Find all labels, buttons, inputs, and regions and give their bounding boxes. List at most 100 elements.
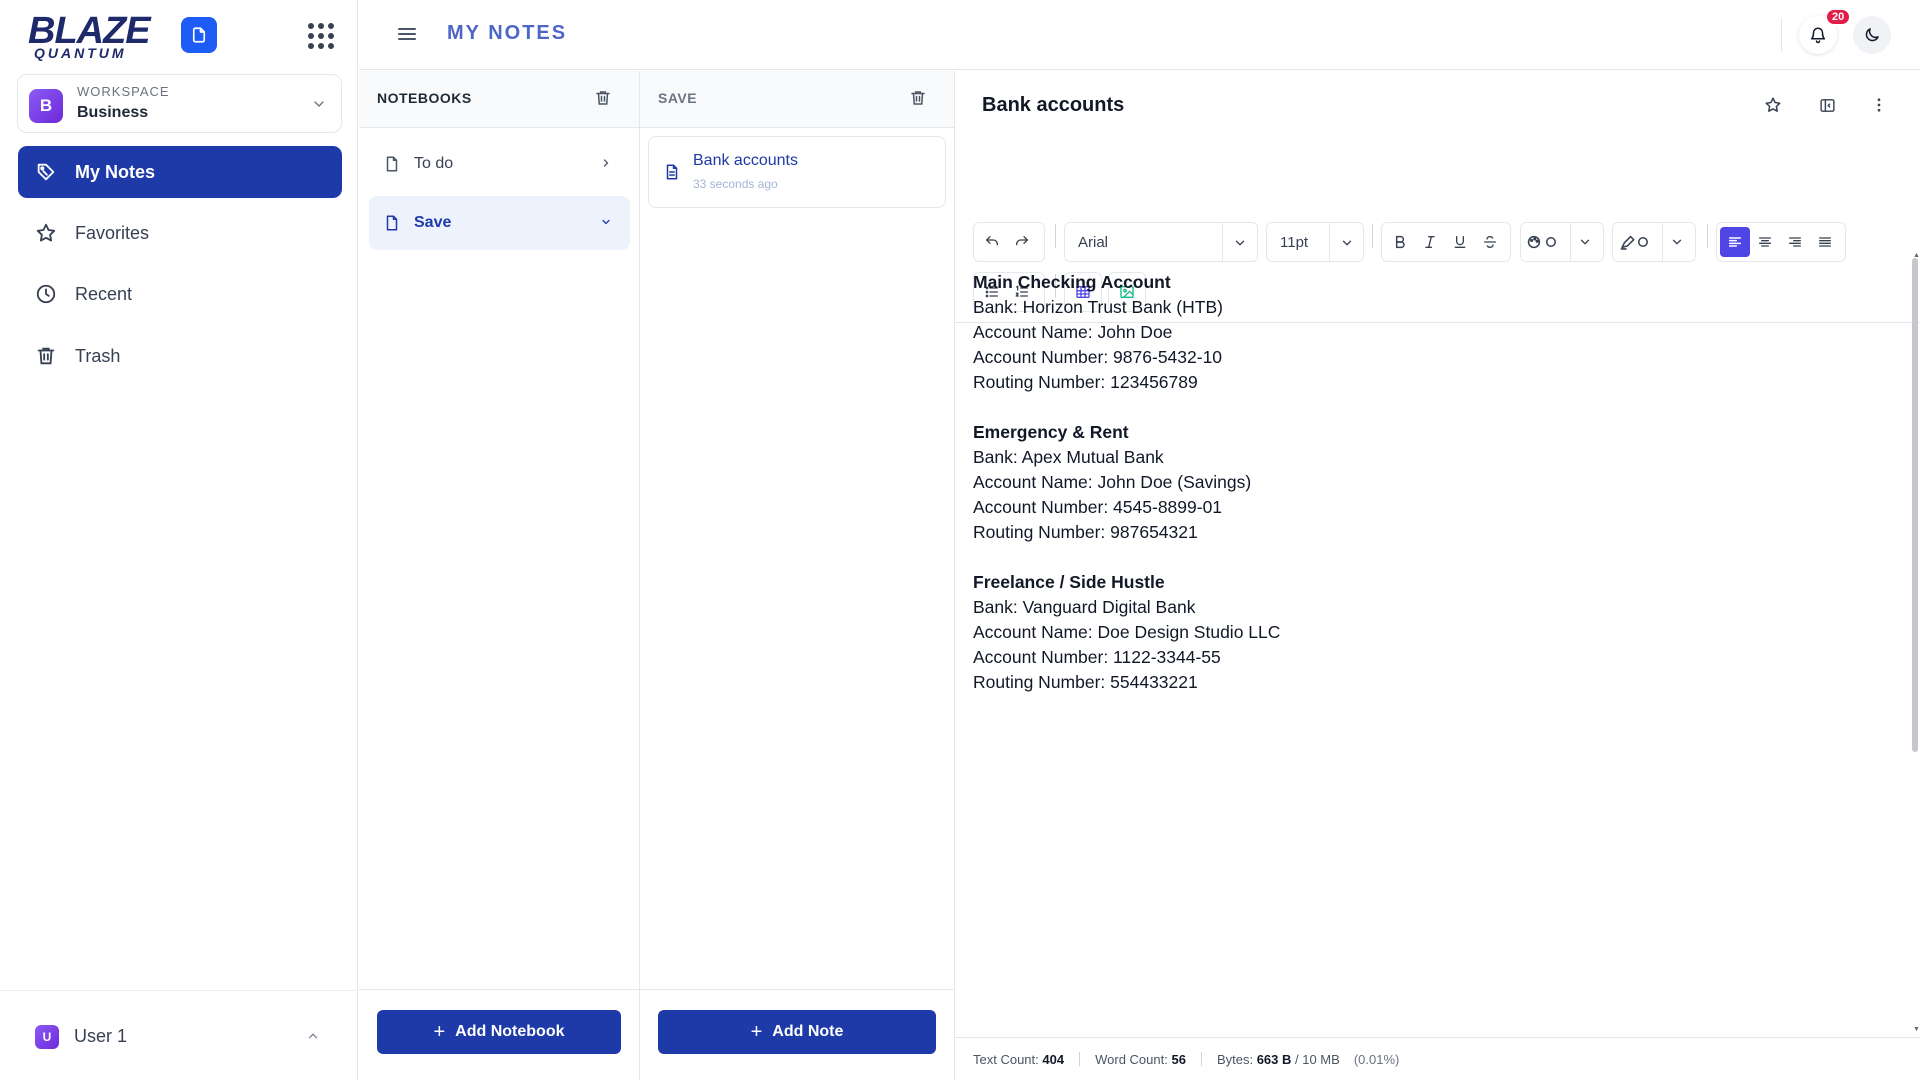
section-heading: Freelance / Side Hustle	[973, 572, 1165, 592]
chevron-up-icon	[306, 1029, 320, 1043]
scroll-down-arrow[interactable]: ▼	[1913, 1026, 1920, 1033]
content-section: Emergency & Rent Bank: Apex Mutual Bank …	[973, 420, 1873, 545]
font-family-select[interactable]: Arial	[1064, 222, 1258, 262]
highlight-color-picker[interactable]	[1612, 222, 1696, 262]
favorite-star-icon[interactable]	[1761, 93, 1785, 117]
brand-logo-line2: QUANTUM	[34, 45, 127, 61]
user-menu[interactable]: U User 1	[0, 990, 358, 1080]
notes-header: SAVE	[640, 71, 954, 128]
section-line: Routing Number: 123456789	[973, 372, 1198, 392]
brand-logo[interactable]: BLAZE QUANTUM	[28, 12, 160, 61]
highlighter-icon	[1616, 227, 1656, 257]
chevron-down-icon	[1571, 227, 1599, 257]
section-line: Bank: Apex Mutual Bank	[973, 447, 1164, 467]
workspace-switcher[interactable]: B WORKSPACE Business	[17, 74, 342, 133]
undo-icon[interactable]	[977, 227, 1007, 257]
chevron-down-icon	[1663, 227, 1691, 257]
bold-icon[interactable]	[1385, 227, 1415, 257]
text-count-label: Text Count:	[973, 1051, 1039, 1067]
section-line: Bank: Vanguard Digital Bank	[973, 597, 1196, 617]
align-right-icon[interactable]	[1780, 227, 1810, 257]
history-group	[973, 222, 1045, 262]
font-size-select[interactable]: 11pt	[1266, 222, 1364, 262]
strikethrough-icon[interactable]	[1475, 227, 1505, 257]
add-note-label: Add Note	[772, 1023, 844, 1040]
plus-icon: +	[750, 1021, 763, 1043]
section-heading: Emergency & Rent	[973, 422, 1129, 442]
palette-icon	[1524, 227, 1564, 257]
add-notebook-button[interactable]: + Add Notebook	[377, 1010, 621, 1054]
note-card[interactable]: Bank accounts 33 seconds ago	[648, 136, 946, 208]
hamburger-menu-icon[interactable]	[395, 22, 421, 48]
header-divider	[1781, 18, 1782, 52]
notebook-label: Save	[414, 214, 452, 231]
sidebar-item-favorites[interactable]: Favorites	[18, 207, 342, 259]
section-line: Account Name: Doe Design Studio LLC	[973, 622, 1281, 642]
apps-grid-icon[interactable]	[303, 18, 339, 54]
section-line: Account Number: 1122-3344-55	[973, 647, 1221, 667]
workspace-name: Business	[77, 104, 149, 121]
delete-note-trash-icon[interactable]	[909, 89, 929, 109]
text-style-group	[1381, 222, 1511, 262]
avatar: U	[35, 1025, 59, 1049]
underline-icon[interactable]	[1445, 227, 1475, 257]
notebooks-header: NOTEBOOKS	[359, 71, 639, 128]
notes-heading: SAVE	[658, 90, 698, 106]
star-icon	[34, 221, 58, 245]
app-root: BLAZE QUANTUM B WORKSPACE Business My No…	[0, 0, 1920, 1080]
section-line: Routing Number: 987654321	[973, 522, 1198, 542]
text-count-value: 404	[1042, 1051, 1065, 1067]
align-center-icon[interactable]	[1750, 227, 1780, 257]
content-section: Freelance / Side Hustle Bank: Vanguard D…	[973, 570, 1873, 695]
delete-notebook-trash-icon[interactable]	[594, 89, 614, 109]
add-note-button[interactable]: + Add Note	[658, 1010, 936, 1054]
moon-icon	[1863, 26, 1881, 44]
font-size-value: 11pt	[1280, 234, 1309, 251]
plus-icon: +	[433, 1021, 446, 1043]
note-title-heading[interactable]: Bank accounts	[982, 94, 1124, 117]
text-color-picker[interactable]	[1520, 222, 1604, 262]
user-name: User 1	[74, 1026, 128, 1046]
align-left-icon[interactable]	[1720, 227, 1750, 257]
pencil-tag-icon	[34, 160, 58, 184]
document-icon	[663, 163, 681, 181]
editor-scrollbar[interactable]	[1912, 258, 1918, 752]
bytes-value: 663 B	[1256, 1051, 1292, 1067]
section-line: Bank: Horizon Trust Bank (HTB)	[973, 297, 1223, 317]
sidebar-item-trash[interactable]: Trash	[18, 330, 342, 382]
align-justify-icon[interactable]	[1810, 227, 1840, 257]
sidebar-item-my-notes[interactable]: My Notes	[18, 146, 342, 198]
sidebar-panel-toggle-icon[interactable]	[1815, 93, 1839, 117]
chevron-down-icon	[1233, 236, 1247, 250]
word-count-value: 56	[1171, 1051, 1186, 1067]
workspace-kicker: WORKSPACE	[77, 84, 170, 99]
sidebar-item-label: My Notes	[75, 161, 156, 182]
status-bar: Text Count: 404 Word Count: 56 Bytes: 66…	[955, 1037, 1920, 1080]
section-line: Routing Number: 554433221	[973, 672, 1198, 692]
sidebar-item-recent[interactable]: Recent	[18, 268, 342, 320]
theme-toggle-button[interactable]	[1853, 16, 1891, 54]
notebook-item-save[interactable]: Save	[369, 196, 630, 250]
toolbar-divider	[1707, 224, 1708, 248]
chevron-right-icon	[600, 157, 614, 171]
status-divider	[1200, 1052, 1202, 1066]
chevron-down-icon	[311, 96, 327, 112]
alignment-group	[1716, 222, 1846, 262]
notes-app-icon[interactable]	[181, 17, 217, 53]
notebooks-heading: NOTEBOOKS	[377, 90, 472, 106]
redo-icon[interactable]	[1007, 227, 1037, 257]
notification-count-badge: 20	[1825, 8, 1852, 26]
note-title: Bank accounts	[693, 152, 798, 169]
note-timestamp: 33 seconds ago	[693, 177, 778, 191]
select-divider	[1329, 223, 1330, 261]
note-content[interactable]: Main Checking Account Bank: Horizon Trus…	[973, 270, 1873, 720]
notebook-item-to-do[interactable]: To do	[369, 137, 630, 191]
note-editor: Bank accounts Arial 11pt Main Checking A…	[955, 71, 1920, 1080]
section-line: Account Number: 9876-5432-10	[973, 347, 1223, 367]
more-options-icon[interactable]	[1867, 93, 1891, 117]
font-family-value: Arial	[1078, 234, 1109, 251]
sidebar-item-label: Trash	[75, 345, 121, 366]
clock-icon	[34, 282, 58, 306]
page-icon	[383, 155, 401, 173]
italic-icon[interactable]	[1415, 227, 1445, 257]
